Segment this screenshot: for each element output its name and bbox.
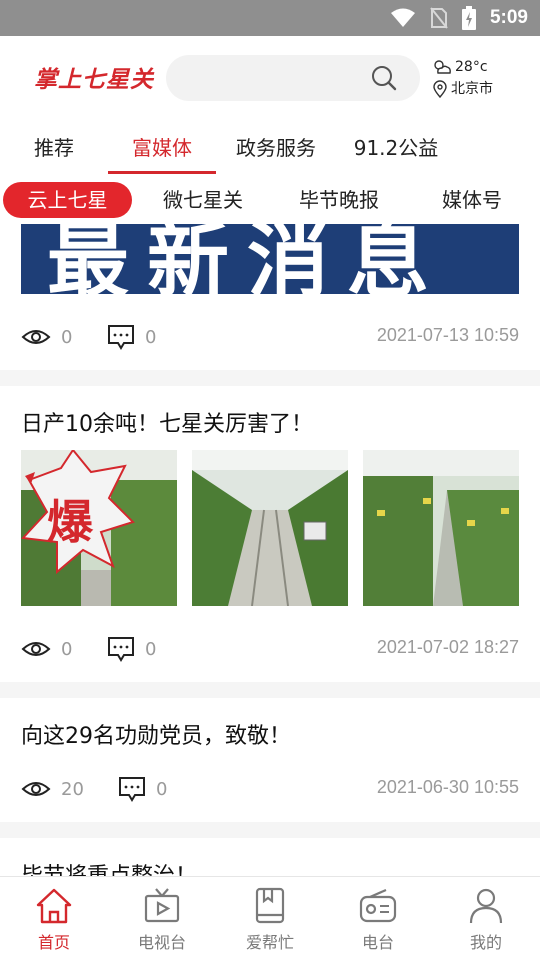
app-logo[interactable]: 掌上七星关: [34, 60, 154, 94]
wifi-icon: [390, 8, 415, 27]
location-pin-icon: [433, 80, 447, 98]
search-icon[interactable]: [370, 64, 398, 92]
eye-icon: [21, 642, 51, 656]
banner-text: 最新消息: [47, 224, 448, 294]
explosive-badge-text: 爆: [47, 495, 93, 549]
radio-icon: [359, 888, 397, 923]
eye-icon: [21, 330, 51, 344]
news-card[interactable]: 日产10余吨！七星关厉害了！ 爆 0 0 2021-07-02 18:27: [0, 386, 540, 682]
card-meta: 20 0 2021-06-30 10:55: [21, 774, 519, 804]
comment-icon[interactable]: [118, 775, 146, 803]
user-icon: [469, 888, 503, 924]
comment-count: 0: [145, 326, 157, 348]
comment-count: 0: [145, 638, 157, 660]
home-icon: [36, 888, 72, 924]
nav-label: 我的: [469, 933, 502, 952]
tab-charity[interactable]: 91.2公益: [350, 132, 442, 162]
clock: 5:09: [489, 7, 528, 28]
nav-home[interactable]: 首页: [14, 887, 94, 953]
greenhouse-image: [21, 450, 177, 606]
no-sim-icon: [430, 7, 448, 29]
comment-count: 0: [156, 778, 168, 800]
tab-government-services[interactable]: 政务服务: [230, 132, 322, 162]
news-title[interactable]: 毕节将重点整治！: [21, 858, 197, 876]
nav-label: 电台: [361, 933, 394, 952]
news-card[interactable]: 最新消息 0 0 2021-07-13 10:59: [0, 224, 540, 370]
card-meta: 0 0 2021-07-02 18:27: [21, 634, 519, 664]
secondary-tab-bar: 云上七星 微七星关 毕节晚报 媒体号: [0, 176, 540, 224]
subtab-wei-qixingguan[interactable]: 微七星关: [148, 182, 258, 218]
publish-date: 2021-07-02 18:27: [376, 637, 519, 657]
app-header: 掌上七星关 28°c 北京市: [0, 36, 540, 120]
subtab-bijie-evening-news[interactable]: 毕节晚报: [284, 182, 394, 218]
news-title[interactable]: 日产10余吨！七星关厉害了！: [21, 406, 313, 438]
news-title[interactable]: 向这29名功勋党员，致敬！: [21, 718, 291, 750]
city-name: 北京市: [451, 81, 493, 97]
primary-tab-bar: 推荐 富媒体 政务服务 91.2公益: [0, 120, 540, 174]
active-tab-indicator: [108, 171, 216, 174]
weather-widget[interactable]: 28°c 北京市: [432, 56, 493, 100]
bottom-navigation: 首页 电视台 爱帮忙 电台 我的: [0, 876, 540, 960]
tab-rich-media[interactable]: 富媒体: [108, 132, 216, 162]
nav-radio[interactable]: 电台: [338, 887, 418, 953]
book-icon: [255, 887, 285, 924]
nav-label: 电视台: [137, 933, 186, 952]
comment-icon[interactable]: [107, 323, 135, 351]
subtab-cloud-qixing[interactable]: 云上七星: [3, 182, 132, 218]
nav-profile[interactable]: 我的: [446, 887, 526, 953]
tv-icon: [144, 888, 180, 923]
nav-tv[interactable]: 电视台: [122, 887, 202, 953]
nav-label: 爱帮忙: [245, 933, 294, 952]
tab-recommend[interactable]: 推荐: [32, 132, 76, 162]
news-card[interactable]: 向这29名功勋党员，致敬！ 20 0 2021-06-30 10:55: [0, 698, 540, 822]
status-bar: 5:09: [0, 0, 540, 36]
temperature: 28°c: [455, 59, 488, 75]
greenhouse-image: [363, 450, 519, 606]
news-card[interactable]: 毕节将重点整治！: [0, 838, 540, 876]
news-banner-image[interactable]: 最新消息: [21, 224, 519, 294]
view-count: 20: [61, 778, 84, 800]
news-thumbnail[interactable]: [192, 450, 348, 606]
greenhouse-image: [192, 450, 348, 606]
comment-icon[interactable]: [107, 635, 135, 663]
search-input[interactable]: [166, 55, 420, 101]
partly-cloudy-icon: [434, 60, 451, 74]
view-count: 0: [61, 638, 73, 660]
news-feed[interactable]: 最新消息 0 0 2021-07-13 10:59 日产10余吨！七星关厉害了！: [0, 224, 540, 876]
eye-icon: [21, 782, 51, 796]
battery-charging-icon: [461, 6, 476, 30]
subtab-media-accounts[interactable]: 媒体号: [430, 182, 514, 218]
nav-label: 首页: [37, 933, 70, 952]
publish-date: 2021-06-30 10:55: [376, 777, 519, 797]
news-thumbnail[interactable]: [363, 450, 519, 606]
news-thumbnail[interactable]: 爆: [21, 450, 177, 606]
view-count: 0: [61, 326, 73, 348]
nav-help[interactable]: 爱帮忙: [230, 887, 310, 953]
card-meta: 0 0 2021-07-13 10:59: [21, 322, 519, 352]
publish-date: 2021-07-13 10:59: [376, 325, 519, 345]
